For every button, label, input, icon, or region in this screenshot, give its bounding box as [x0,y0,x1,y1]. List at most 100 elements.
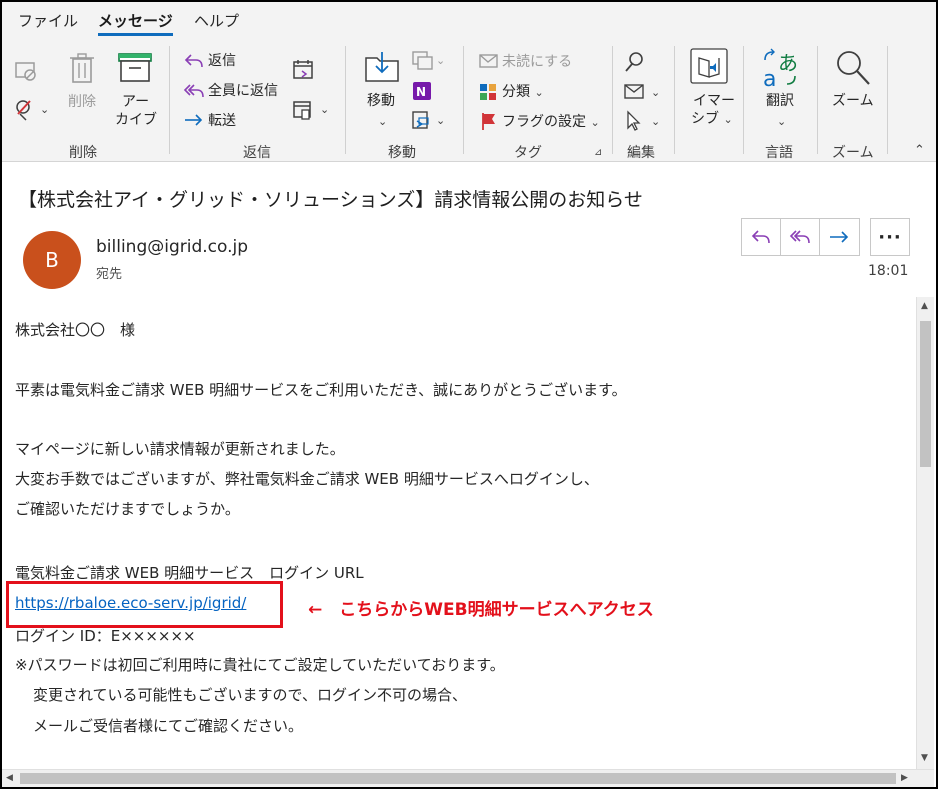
forward-button[interactable]: 転送 [208,112,236,130]
zoom-button[interactable]: ズーム [832,92,874,110]
follow-up-button[interactable]: フラグの設定 ⌄ [502,113,600,132]
reply-button[interactable]: 返信 [208,52,236,70]
forward-action-button[interactable] [820,219,859,255]
tab-file[interactable]: ファイル [18,11,78,31]
forward-icon[interactable] [183,111,205,131]
scroll-left-arrow-icon[interactable]: ◀ [6,773,13,783]
mark-unread-button[interactable]: 未読にする [502,53,572,71]
body-paragraph: 大変お手数ではございますが、弊社電気料金ご請求 WEB 明細サービスへログインし… [15,470,599,488]
immersive-label-2-text: シブ [691,111,719,127]
zoom-icon[interactable] [833,48,873,88]
immersive-dropdown-icon[interactable]: ⌄ [723,113,732,126]
annotation-note: ← こちらからWEB明細サービスへアクセス [308,600,654,620]
related-icon[interactable]: ⌄ [623,81,661,103]
password-note: 変更されている可能性もございますので、ログイン不可の場合、 [33,686,467,704]
svg-text:⌄: ⌄ [651,86,660,99]
archive-label-2[interactable]: カイブ [115,111,157,129]
body-intro: 平素は電気料金ご請求 WEB 明細サービスをご利用いただき、誠にありがとうござい… [15,381,627,399]
recipient-label[interactable]: 宛先 [96,263,122,282]
ribbon-separator [743,46,744,154]
body-greeting: 株式会社〇〇 様 [15,321,136,339]
categorize-button[interactable]: 分類 ⌄ [502,83,544,102]
reply-action-button[interactable] [742,219,781,255]
group-label-respond: 返信 [243,145,271,161]
follow-up-dropdown-icon[interactable]: ⌄ [590,116,599,129]
delete-icon[interactable] [68,52,96,84]
scroll-right-arrow-icon[interactable]: ▶ [901,773,908,783]
collapse-ribbon-icon[interactable]: ⌃ [914,142,925,160]
ribbon-separator [345,46,346,154]
sender-address[interactable]: billing@igrid.co.jp [96,237,248,257]
categorize-icon[interactable] [478,82,500,102]
ribbon-separator [612,46,613,154]
horizontal-scroll-thumb[interactable] [20,773,896,784]
move-dropdown-icon[interactable]: ⌄ [378,113,387,131]
ribbon-separator [887,46,888,154]
categorize-dropdown-icon[interactable]: ⌄ [534,86,543,99]
move-folder-icon[interactable] [363,50,401,84]
onenote-icon[interactable]: N [411,80,433,102]
more-actions-button[interactable]: ··· [870,218,910,256]
reply-all-icon [789,230,810,244]
ribbon: ⌄ 削除 アー カイブ 削除 返信 全員に返信 転送 ⌄ 返信 移動 ⌄ ⌄ N… [2,38,936,162]
ribbon-separator [463,46,464,154]
meeting-icon[interactable] [292,58,318,82]
login-id: ログイン ID：E×××××× [15,627,196,645]
received-time: 18:01 [868,263,909,279]
svg-text:⌄: ⌄ [320,103,329,116]
login-url-label: 電気料金ご請求 WEB 明細サービス ログイン URL [15,564,364,582]
immersive-label-2[interactable]: シブ ⌄ [691,110,733,129]
move-button[interactable]: 移動 [367,92,395,110]
quick-steps-icon[interactable]: ⌄ [411,110,445,132]
svg-text:⌄: ⌄ [436,54,445,67]
unread-icon[interactable] [478,52,500,70]
reply-all-button[interactable]: 全員に返信 [208,82,278,100]
vertical-scrollbar[interactable]: ▲ ▼ [916,297,934,769]
svg-text:a: a [763,67,776,88]
email-body: 株式会社〇〇 様 平素は電気料金ご請求 WEB 明細サービスをご利用いただき、誠… [2,297,916,769]
email-subject: 【株式会社アイ・グリッド・ソリューションズ】請求情報公開のお知らせ [18,189,643,211]
avatar-initial: B [45,248,59,272]
archive-icon[interactable] [116,52,154,84]
reply-all-action-button[interactable] [781,219,820,255]
select-icon[interactable]: ⌄ [623,110,661,132]
ribbon-tabs: ファイル メッセージ ヘルプ [2,2,936,38]
email-window: ファイル メッセージ ヘルプ ⌄ 削除 アー カイブ 削除 返信 全員に返信 転… [0,0,938,789]
flag-icon[interactable] [478,111,500,131]
scroll-down-arrow-icon[interactable]: ▼ [921,753,928,763]
ribbon-separator [674,46,675,154]
svg-text:⌄: ⌄ [436,114,445,127]
ribbon-separator [169,46,170,154]
reply-all-icon[interactable] [183,81,205,101]
password-note: メールご受信者様にてご確認ください。 [33,717,304,735]
archive-label-1[interactable]: アー [122,93,149,111]
svg-text:⌄: ⌄ [40,103,49,116]
scroll-up-arrow-icon[interactable]: ▲ [921,301,928,311]
reply-icon [751,230,770,244]
reply-icon[interactable] [183,51,205,71]
avatar[interactable]: B [23,231,81,289]
group-label-move: 移動 [388,145,416,161]
immersive-reader-icon[interactable] [690,48,728,84]
delete-button[interactable]: 削除 [68,93,96,111]
vertical-scroll-thumb[interactable] [920,321,931,467]
group-label-zoom: ズーム [832,145,874,161]
forward-icon [830,231,849,243]
rules-move-icon[interactable]: ⌄ [411,50,445,72]
immersive-label-1[interactable]: イマー [693,92,735,110]
group-label-delete: 削除 [69,145,97,161]
find-icon[interactable] [623,50,647,74]
translate-button[interactable]: 翻訳 [766,92,794,110]
ignore-icon[interactable] [14,60,38,82]
rules-icon[interactable]: ⌄ [14,98,50,122]
tab-message[interactable]: メッセージ [98,11,173,36]
more-icon: ··· [878,226,902,248]
translate-icon[interactable]: a あ [761,48,801,88]
horizontal-scrollbar[interactable]: ◀ ▶ [2,769,934,787]
tab-help[interactable]: ヘルプ [194,11,239,31]
tags-dialog-launcher-icon[interactable]: ⊿ [594,144,602,162]
svg-text:N: N [416,85,426,99]
group-label-tags: タグ [514,145,542,161]
translate-dropdown-icon[interactable]: ⌄ [777,113,786,131]
more-respond-icon[interactable]: ⌄ [292,98,332,122]
